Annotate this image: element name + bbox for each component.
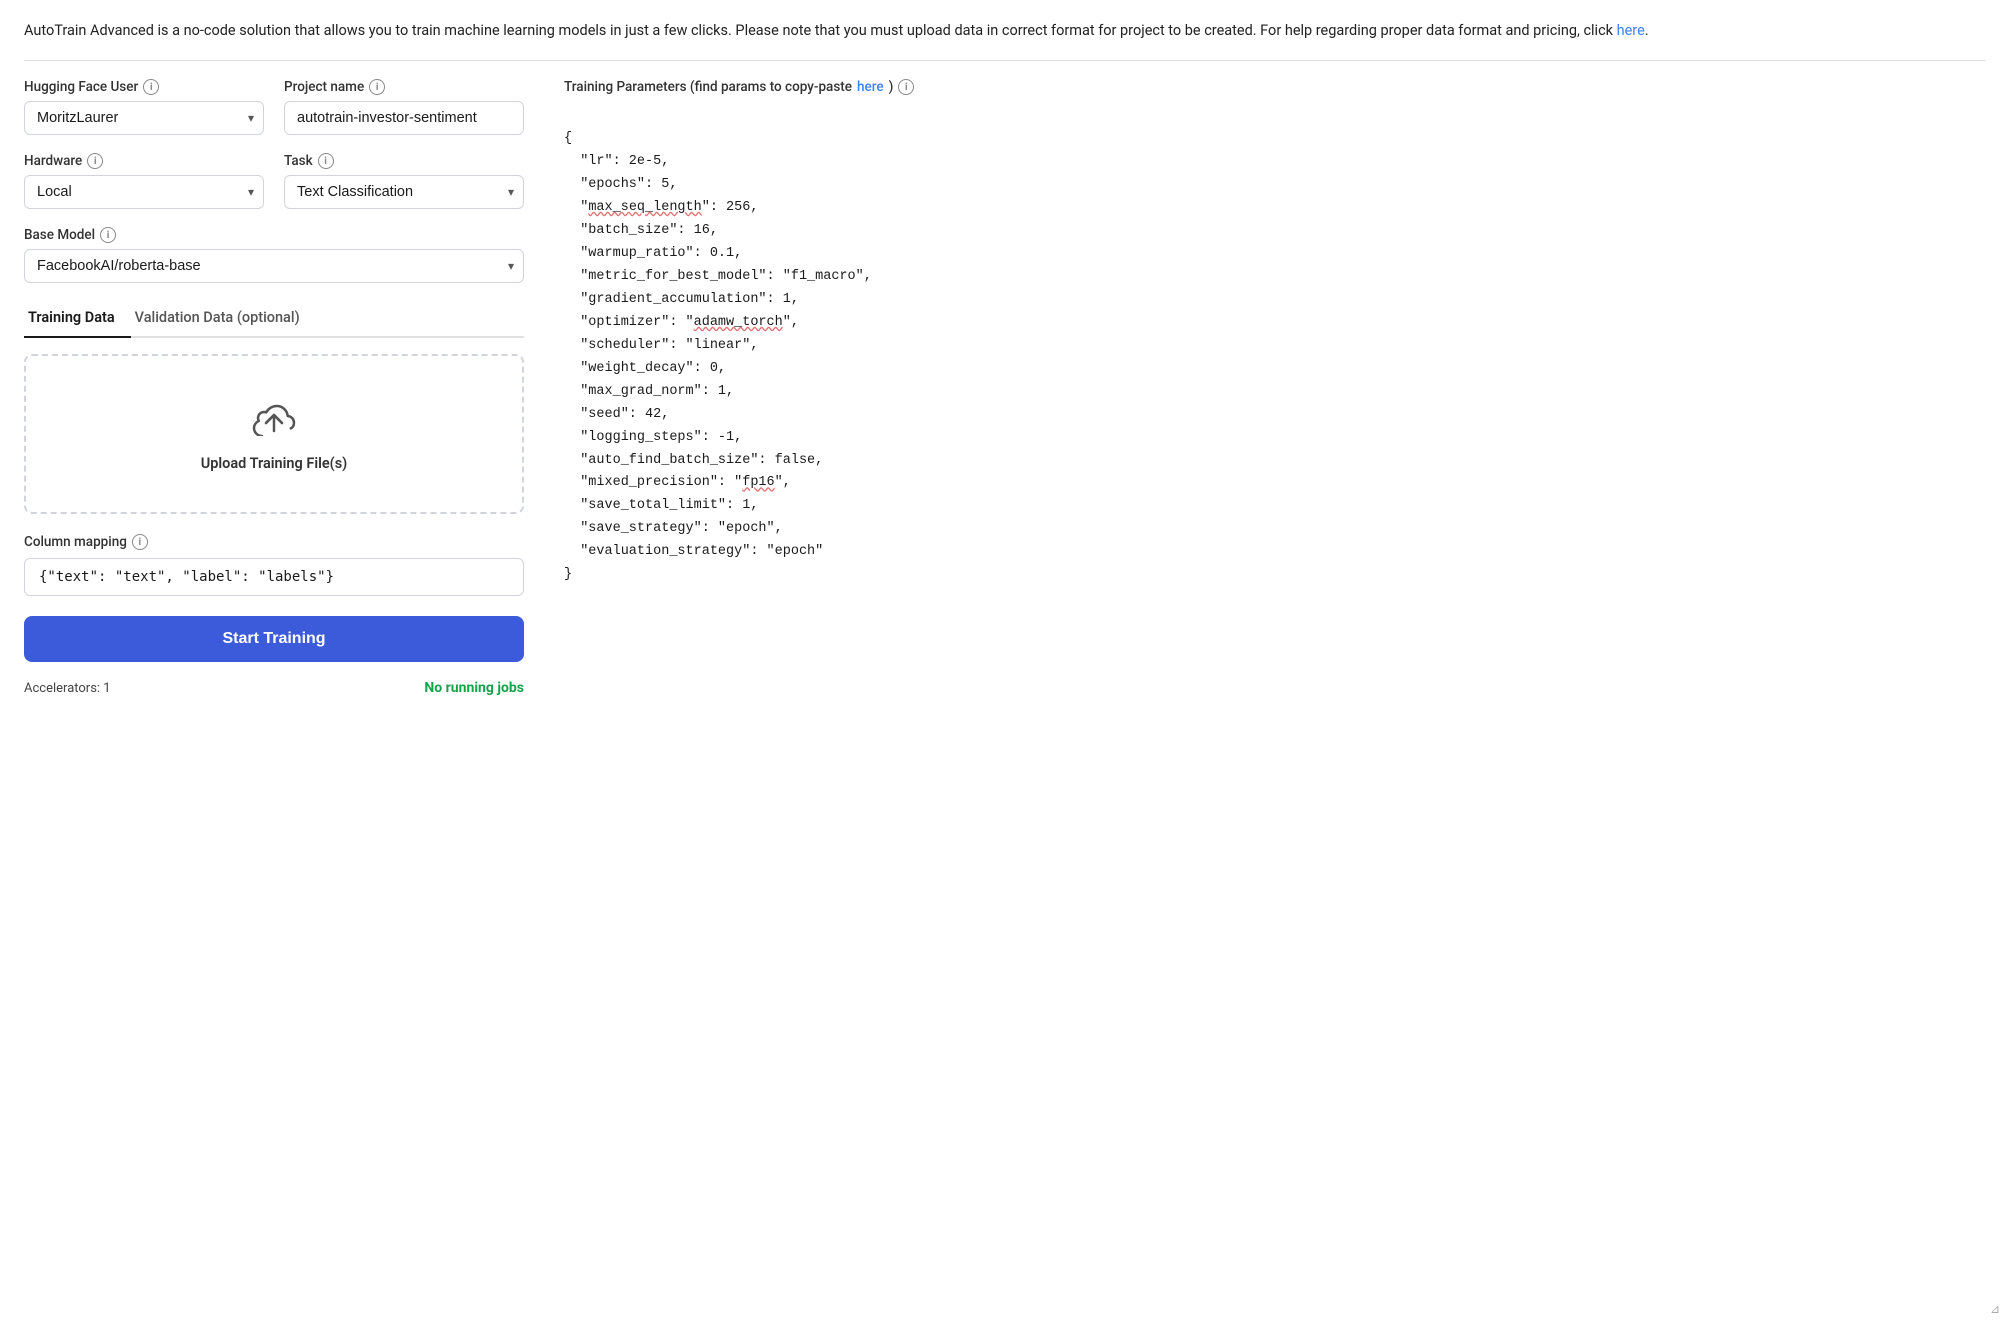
hf-user-select-wrapper: MoritzLaurer ▾: [24, 101, 264, 135]
accelerators-text: Accelerators: 1: [24, 681, 111, 696]
max-seq-length-key: max_seq_length: [588, 200, 701, 215]
upload-icon: [250, 396, 298, 445]
banner-link[interactable]: here: [1617, 22, 1645, 39]
base-model-select[interactable]: FacebookAI/roberta-base bert-base-uncase…: [24, 249, 524, 283]
hf-user-select[interactable]: MoritzLaurer: [24, 101, 264, 135]
column-mapping-info-icon: i: [132, 534, 148, 550]
base-model-select-wrapper: FacebookAI/roberta-base bert-base-uncase…: [24, 249, 524, 283]
task-select-wrapper: Text Classification Token Classification…: [284, 175, 524, 209]
base-model-label: Base Model i: [24, 227, 524, 243]
no-running-jobs-badge: No running jobs: [424, 680, 524, 696]
base-model-field: Base Model i FacebookAI/roberta-base ber…: [24, 227, 524, 283]
tab-training-data[interactable]: Training Data: [24, 301, 131, 338]
task-label: Task i: [284, 153, 524, 169]
resize-handle[interactable]: ⊿: [1990, 1302, 2002, 1314]
params-box: { "lr": 2e-5, "epochs": 5, "max_seq_leng…: [564, 105, 1986, 587]
project-name-label: Project name i: [284, 79, 524, 95]
right-panel: Training Parameters (find params to copy…: [564, 79, 1986, 696]
column-mapping-section: Column mapping i: [24, 534, 524, 596]
hardware-field: Hardware i Local A10G A100 T4 ▾: [24, 153, 264, 209]
footer-row: Accelerators: 1 No running jobs: [24, 676, 524, 696]
row-hardware-task: Hardware i Local A10G A100 T4 ▾ Task i: [24, 153, 524, 209]
hardware-select[interactable]: Local A10G A100 T4: [24, 175, 264, 209]
task-select[interactable]: Text Classification Token Classification…: [284, 175, 524, 209]
upload-label: Upload Training File(s): [201, 455, 348, 472]
task-field: Task i Text Classification Token Classif…: [284, 153, 524, 209]
task-info-icon: i: [318, 153, 334, 169]
base-model-info-icon: i: [100, 227, 116, 243]
project-name-input[interactable]: [284, 101, 524, 135]
column-mapping-input[interactable]: [24, 558, 524, 596]
upload-area[interactable]: Upload Training File(s): [24, 354, 524, 514]
row-hf-project: Hugging Face User i MoritzLaurer ▾ Proje…: [24, 79, 524, 135]
data-tabs: Training Data Validation Data (optional): [24, 301, 524, 338]
params-label: Training Parameters (find params to copy…: [564, 79, 1986, 95]
hf-user-label: Hugging Face User i: [24, 79, 264, 95]
column-mapping-label: Column mapping i: [24, 534, 524, 550]
project-name-info-icon: i: [369, 79, 385, 95]
hardware-select-wrapper: Local A10G A100 T4 ▾: [24, 175, 264, 209]
optimizer-value: adamw_torch: [694, 315, 783, 330]
banner: AutoTrain Advanced is a no-code solution…: [24, 20, 1986, 61]
hf-user-info-icon: i: [143, 79, 159, 95]
start-training-button[interactable]: Start Training: [24, 616, 524, 662]
left-panel: Hugging Face User i MoritzLaurer ▾ Proje…: [24, 79, 524, 696]
mixed-precision-value: fp16: [742, 475, 774, 490]
hf-user-field: Hugging Face User i MoritzLaurer ▾: [24, 79, 264, 135]
project-name-field: Project name i: [284, 79, 524, 135]
params-info-icon: i: [898, 79, 914, 95]
hardware-label: Hardware i: [24, 153, 264, 169]
hardware-info-icon: i: [87, 153, 103, 169]
params-link[interactable]: here: [857, 79, 884, 95]
tab-validation-data[interactable]: Validation Data (optional): [131, 301, 316, 338]
